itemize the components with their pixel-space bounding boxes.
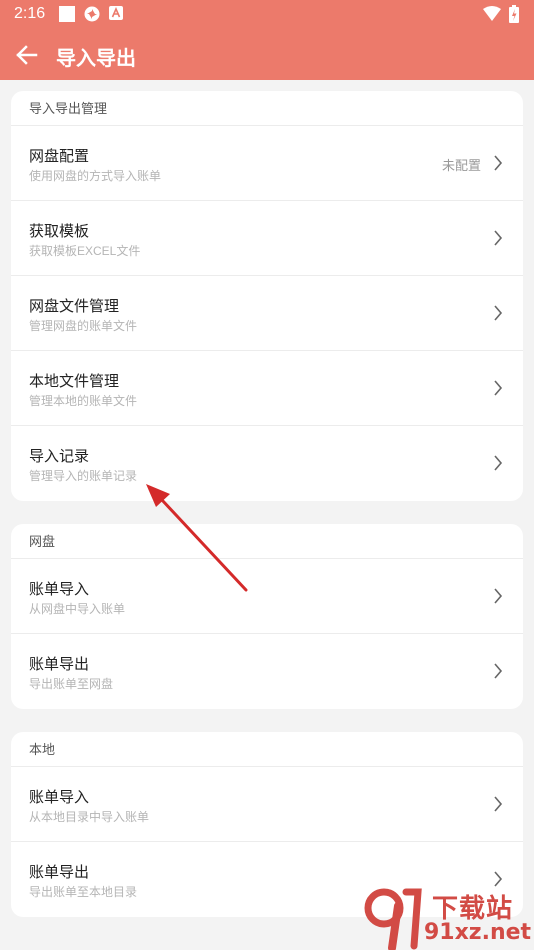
back-arrow-icon[interactable] <box>14 42 40 68</box>
list-item-subtitle: 导出账单至网盘 <box>29 677 114 691</box>
section-cloud: 网盘 账单导入 从网盘中导入账单 账单导出 导出账单至网盘 <box>11 524 523 709</box>
list-item-title: 账单导出 <box>29 864 90 881</box>
list-item-subtitle: 从网盘中导入账单 <box>29 602 126 616</box>
list-item-cloud-file-management[interactable]: 网盘文件管理 管理网盘的账单文件 <box>11 276 523 351</box>
chevron-right-icon <box>494 155 503 171</box>
section-header: 本地 <box>11 732 523 767</box>
pinwheel-icon <box>84 6 100 22</box>
status-value: 未配置 <box>441 158 481 173</box>
list-item-subtitle: 管理网盘的账单文件 <box>29 319 138 333</box>
chevron-right-icon <box>494 588 503 604</box>
app-toolbar: 导入导出 <box>0 28 534 80</box>
list-item-cloud-config[interactable]: 网盘配置 使用网盘的方式导入账单 未配置 <box>11 126 523 201</box>
list-item-subtitle: 从本地目录中导入账单 <box>29 810 150 824</box>
list-item-title: 本地文件管理 <box>29 373 120 390</box>
list-item-get-template[interactable]: 获取模板 获取模板EXCEL文件 <box>11 201 523 276</box>
list-item-cloud-export[interactable]: 账单导出 导出账单至网盘 <box>11 634 523 709</box>
watermark-logo-icon <box>364 888 422 950</box>
section-header: 导入导出管理 <box>11 91 523 126</box>
watermark-url: 91xz.net <box>424 920 532 945</box>
chevron-right-icon <box>494 230 503 246</box>
list-item-title: 获取模板 <box>29 223 90 240</box>
chevron-right-icon <box>494 663 503 679</box>
chevron-right-icon <box>494 455 503 471</box>
list-item-import-records[interactable]: 导入记录 管理导入的账单记录 <box>11 426 523 501</box>
battery-icon <box>509 5 519 23</box>
list-item-local-file-management[interactable]: 本地文件管理 管理本地的账单文件 <box>11 351 523 426</box>
chevron-right-icon <box>494 796 503 812</box>
list-item-subtitle: 导出账单至本地目录 <box>29 885 138 899</box>
section-import-export-management: 导入导出管理 网盘配置 使用网盘的方式导入账单 未配置 获取模板 获取模板EXC… <box>11 91 523 501</box>
chevron-right-icon <box>494 380 503 396</box>
list-item-title: 网盘文件管理 <box>29 298 120 315</box>
list-item-title: 网盘配置 <box>29 148 90 165</box>
page-title: 导入导出 <box>56 48 136 70</box>
a-badge-icon <box>109 6 123 20</box>
list-item-title: 账单导入 <box>29 581 90 598</box>
list-item-title: 账单导入 <box>29 789 90 806</box>
list-item-subtitle: 管理本地的账单文件 <box>29 394 138 408</box>
wifi-icon <box>483 6 501 21</box>
list-item-title: 导入记录 <box>29 448 90 465</box>
section-header: 网盘 <box>11 524 523 559</box>
status-time: 2:16 <box>14 5 46 22</box>
status-bar: 2:16 <box>0 0 534 28</box>
watermark: 下载站 91xz.net <box>362 886 534 950</box>
list-item-subtitle: 使用网盘的方式导入账单 <box>29 169 162 183</box>
list-item-local-import[interactable]: 账单导入 从本地目录中导入账单 <box>11 767 523 842</box>
list-item-cloud-import[interactable]: 账单导入 从网盘中导入账单 <box>11 559 523 634</box>
list-item-title: 账单导出 <box>29 656 90 673</box>
chevron-right-icon <box>494 305 503 321</box>
list-item-subtitle: 获取模板EXCEL文件 <box>29 244 141 258</box>
list-item-subtitle: 管理导入的账单记录 <box>29 469 138 483</box>
square-icon <box>59 6 75 22</box>
chevron-right-icon <box>494 871 503 887</box>
